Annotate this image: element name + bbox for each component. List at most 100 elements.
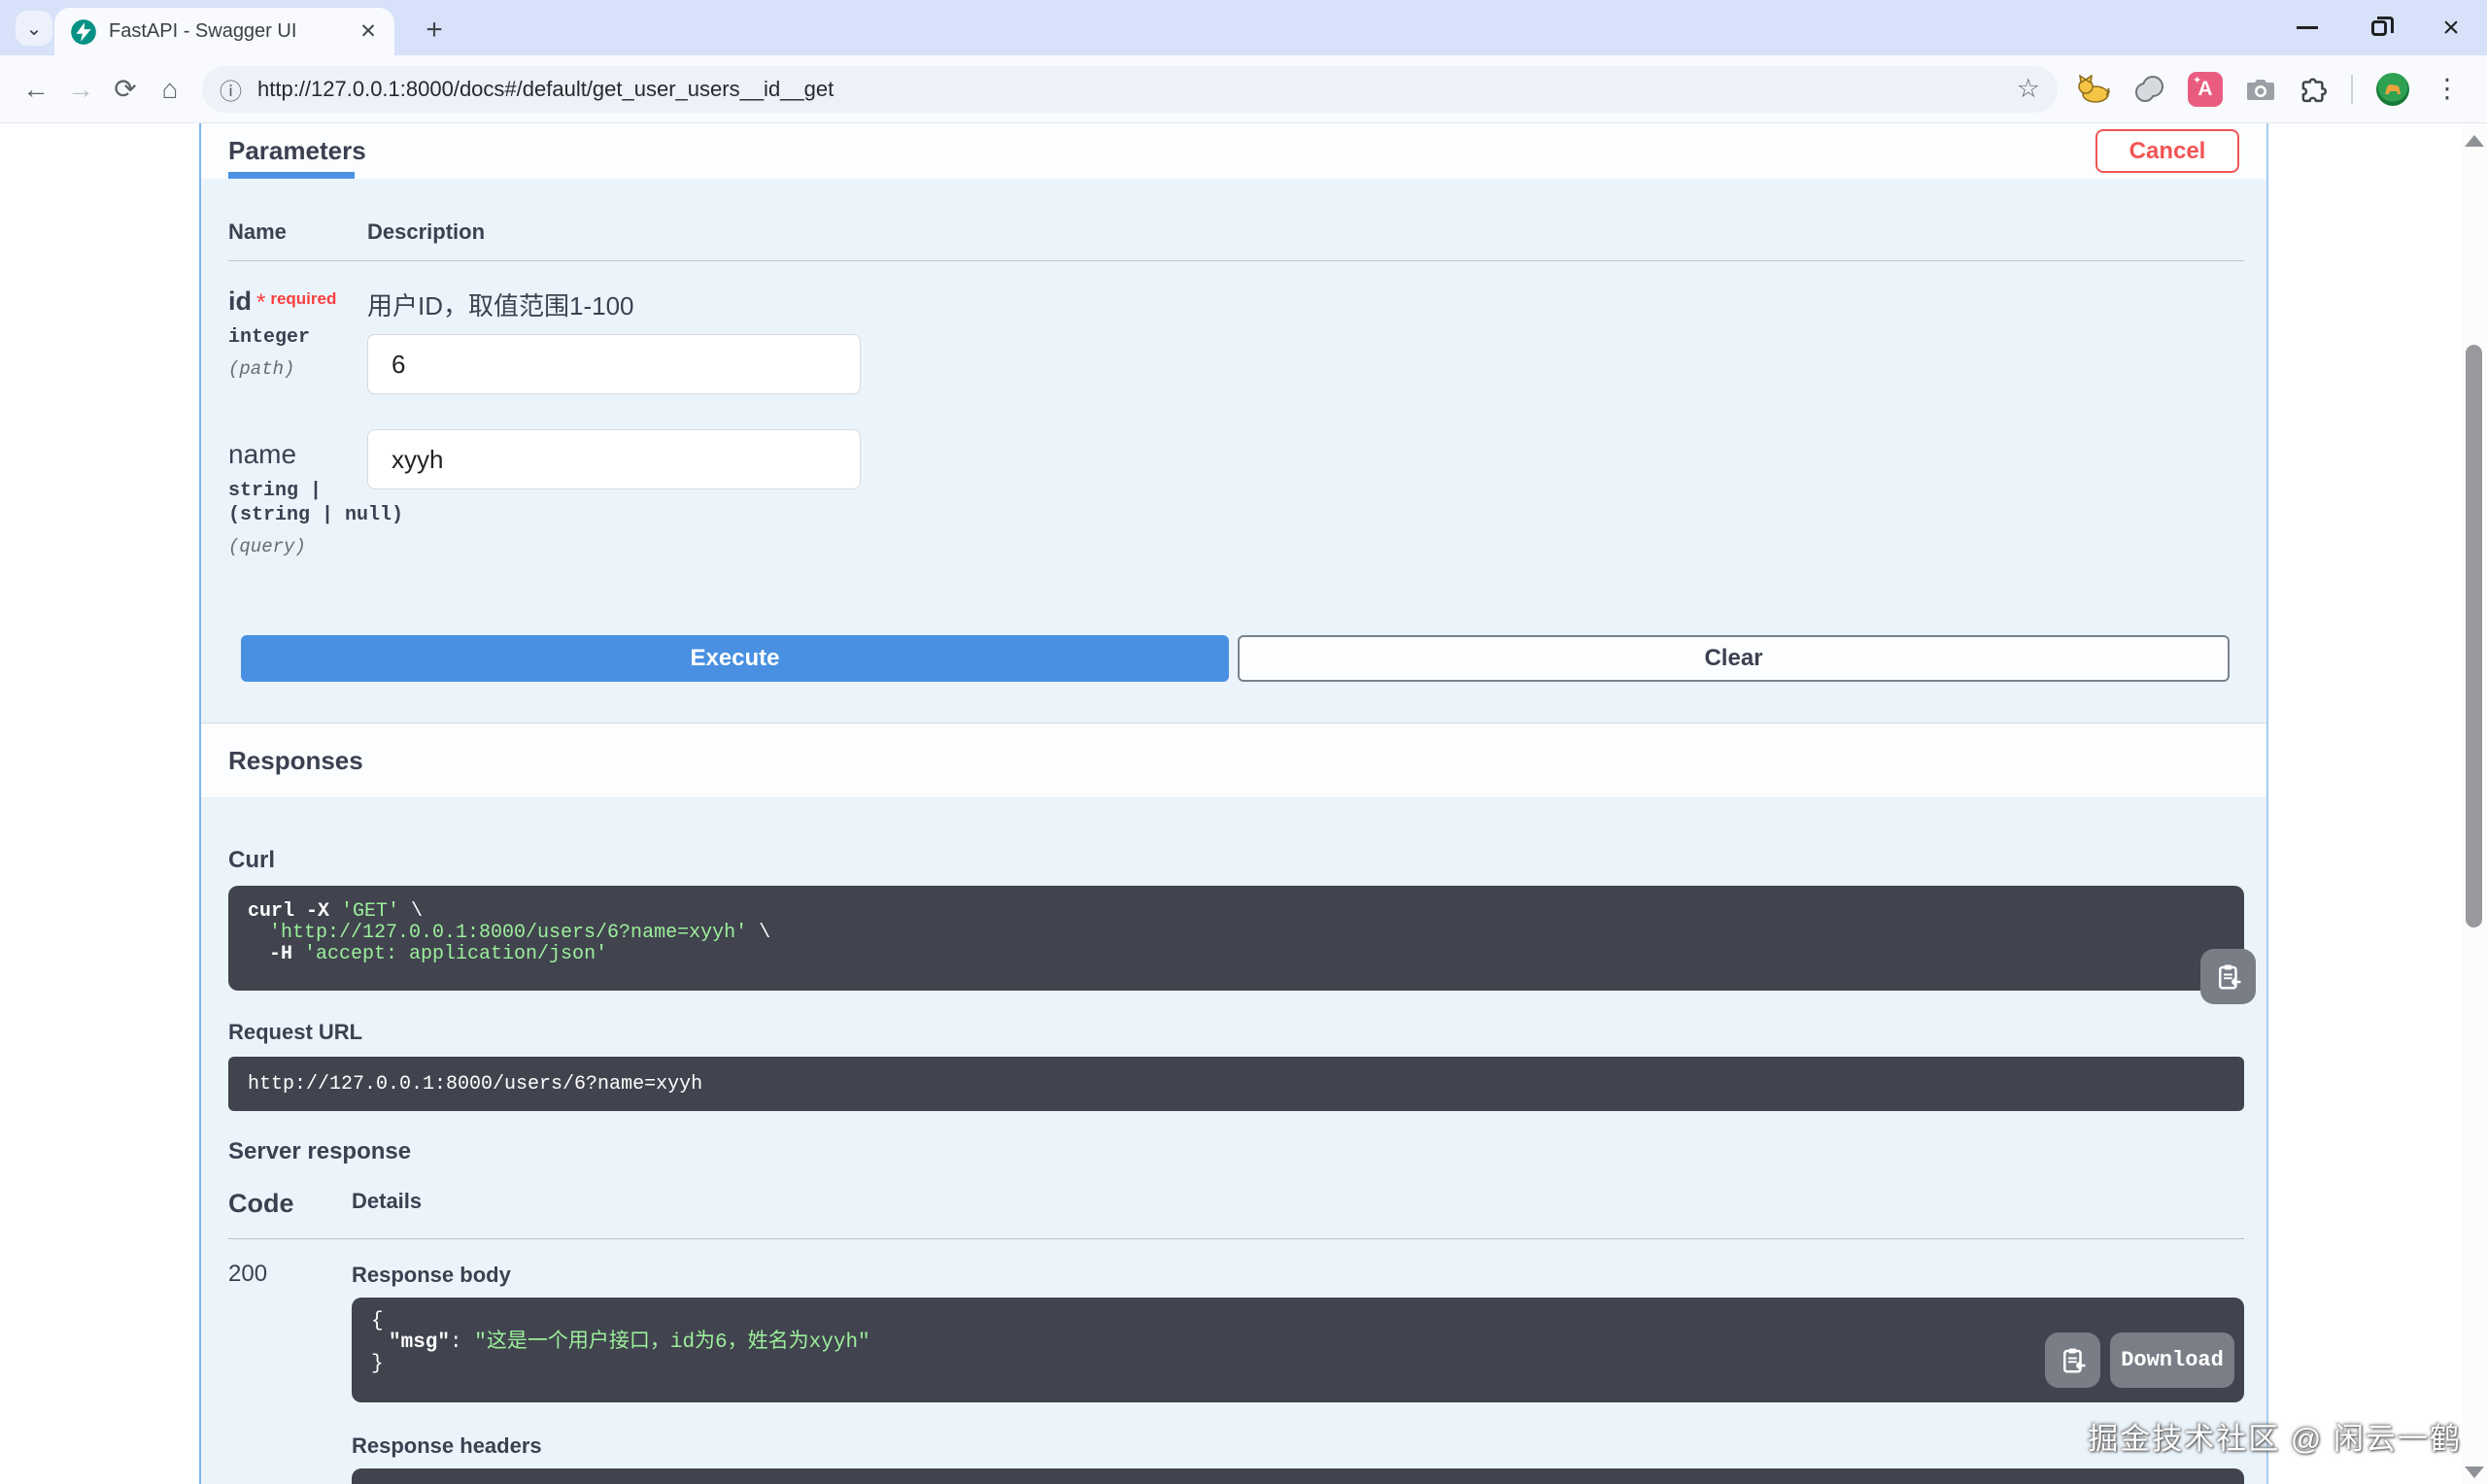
home-button[interactable]: ⌂: [148, 67, 192, 112]
tab-parameters[interactable]: Parameters: [228, 136, 366, 166]
reload-button[interactable]: ⟳: [103, 67, 148, 112]
copy-curl-button[interactable]: [2200, 949, 2256, 1004]
curl-header-flag: -H: [269, 943, 305, 965]
parameters-table-head: Name Description: [228, 179, 2244, 245]
curl-url: 'http://127.0.0.1:8000/users/6?name=xyyh…: [269, 922, 748, 944]
parameter-row-id: id * required integer (path) 用户ID，取值范围1-10…: [228, 287, 2244, 394]
json-key: "msg": [389, 1332, 451, 1354]
curl-line-3: -H 'accept: application/json': [248, 944, 2225, 965]
response-body-label: Response body: [352, 1263, 511, 1287]
server-response-head: Code Details: [228, 1189, 2244, 1219]
watermark: 掘金技术社区 @ 闲云一鹤: [2088, 1422, 2462, 1456]
param-name-name: name: [228, 439, 297, 469]
cat-extension-icon[interactable]: [2077, 74, 2110, 104]
close-icon: ×: [2442, 11, 2460, 44]
parameters-header: Parameters Cancel: [201, 123, 2266, 179]
json-close-brace: }: [371, 1353, 384, 1375]
code-header: Code: [228, 1189, 294, 1218]
response-headers-label: Response headers: [352, 1433, 542, 1458]
response-headers-block: content-length: 57 content-type: applica…: [352, 1468, 2244, 1484]
curl-cont2: \: [747, 922, 771, 944]
translate-extension-icon[interactable]: ✦ A: [2188, 71, 2223, 107]
execute-row: Execute Clear: [241, 635, 2230, 682]
site-info-icon[interactable]: ⓘ: [220, 73, 242, 106]
param-type-id: integer: [228, 326, 311, 349]
back-button[interactable]: ←: [14, 67, 58, 112]
new-tab-button[interactable]: +: [416, 12, 453, 49]
parameters-tab-underline: [228, 172, 355, 179]
tab-close-icon[interactable]: ✕: [354, 17, 383, 47]
param-description-id: 用户ID，取值范围1-100: [367, 291, 634, 320]
curl-line-2: 'http://127.0.0.1:8000/users/6?name=xyyh…: [248, 923, 2225, 944]
page-scrollbar[interactable]: [2462, 123, 2487, 1484]
tab-search-button[interactable]: ⌄: [16, 11, 52, 46]
responses-body: Curl curl -X 'GET' \ 'http://127.0.0.1:8…: [201, 798, 2266, 1484]
scroll-up-arrow-icon[interactable]: [2465, 135, 2484, 147]
param-name-id: id: [228, 287, 252, 316]
extensions-puzzle-icon[interactable]: [2299, 75, 2328, 104]
fastapi-favicon: [71, 18, 96, 45]
required-asterisk: *: [256, 289, 266, 316]
copy-response-button[interactable]: [2045, 1332, 2100, 1388]
toolbar-divider: [2351, 74, 2353, 104]
restore-button[interactable]: [2343, 0, 2415, 55]
request-url-block: http://127.0.0.1:8000/users/6?name=xyyh: [228, 1057, 2244, 1111]
clipboard-copy-icon: [2062, 1348, 2085, 1372]
profile-avatar[interactable]: [2376, 72, 2409, 106]
param-location-id: (path): [228, 358, 295, 380]
column-header-description: Description: [367, 219, 486, 244]
curl-line-1: curl -X 'GET' \: [248, 901, 2225, 923]
cancel-button[interactable]: Cancel: [2095, 129, 2239, 173]
column-header-name: Name: [228, 219, 287, 244]
id-input[interactable]: [367, 334, 861, 394]
json-colon: :: [450, 1332, 475, 1354]
details-header: Details: [352, 1189, 423, 1213]
curl-method: 'GET': [341, 900, 400, 923]
url-text[interactable]: http://127.0.0.1:8000/docs#/default/get_…: [257, 77, 2005, 102]
address-bar[interactable]: ⓘ http://127.0.0.1:8000/docs#/default/ge…: [202, 65, 2058, 113]
tab-title: FastAPI - Swagger UI: [109, 20, 297, 42]
scroll-down-arrow-icon[interactable]: [2465, 1467, 2484, 1478]
browser-toolbar: ← → ⟳ ⌂ ⓘ http://127.0.0.1:8000/docs#/de…: [0, 55, 2487, 123]
request-url-text: http://127.0.0.1:8000/users/6?name=xyyh: [248, 1072, 703, 1096]
execute-button[interactable]: Execute: [241, 635, 1229, 682]
param-location-name: (query): [228, 536, 306, 557]
clear-button[interactable]: Clear: [1238, 635, 2230, 682]
bookmark-star-icon[interactable]: ☆: [2017, 74, 2040, 104]
server-response-rule: [228, 1238, 2244, 1239]
param-type-name-line1: string |: [228, 480, 323, 502]
extensions-row: ✦ A ⋮: [2077, 71, 2462, 107]
curl-code-block: curl -X 'GET' \ 'http://127.0.0.1:8000/u…: [228, 886, 2256, 1004]
name-input[interactable]: [367, 429, 861, 489]
server-response-label: Server response: [228, 1138, 412, 1164]
window-controls: ×: [2271, 0, 2487, 55]
browser-tab[interactable]: FastAPI - Swagger UI ✕: [54, 8, 394, 55]
curl-cmd: curl -X: [248, 900, 342, 923]
responses-band: Responses: [201, 723, 2266, 798]
forward-button[interactable]: →: [58, 67, 103, 112]
response-body-block: { "msg": "这是一个用户接口，id为6，姓名为xyyh" } Downl…: [352, 1298, 2244, 1402]
close-button[interactable]: ×: [2415, 0, 2487, 55]
clipboard-copy-icon: [2218, 964, 2240, 989]
curl-header-value: 'accept: application/json': [304, 943, 608, 965]
json-value: "这是一个用户接口，id为6，姓名为xyyh": [474, 1332, 870, 1354]
server-response-row: 200 Response body { "msg": "这是一个用户接口，id为…: [228, 1261, 2244, 1484]
request-url-label: Request URL: [228, 1020, 363, 1044]
curl-label: Curl: [228, 847, 275, 873]
minimize-icon: [2297, 26, 2318, 29]
status-code: 200: [228, 1261, 268, 1287]
curl-cont1: \: [399, 900, 424, 923]
operation-block: Parameters Cancel Name Description id * re…: [199, 123, 2268, 1484]
browser-menu-icon[interactable]: ⋮: [2433, 74, 2462, 104]
scrollbar-thumb[interactable]: [2466, 345, 2482, 928]
parameters-table: Name Description id * required integer (pa…: [201, 179, 2266, 723]
screenshot-camera-icon[interactable]: [2246, 77, 2275, 102]
parameter-row-name: name string | (string | null) (query): [228, 429, 2244, 557]
responses-title: Responses: [228, 745, 363, 775]
blob-extension-icon[interactable]: [2133, 75, 2164, 104]
browser-titlebar: ⌄ FastAPI - Swagger UI ✕ + ×: [0, 0, 2487, 55]
json-open-brace: {: [371, 1310, 384, 1332]
minimize-button[interactable]: [2271, 0, 2343, 55]
download-button[interactable]: Download: [2110, 1332, 2234, 1388]
param-type-name-line2: (string | null): [228, 504, 404, 526]
